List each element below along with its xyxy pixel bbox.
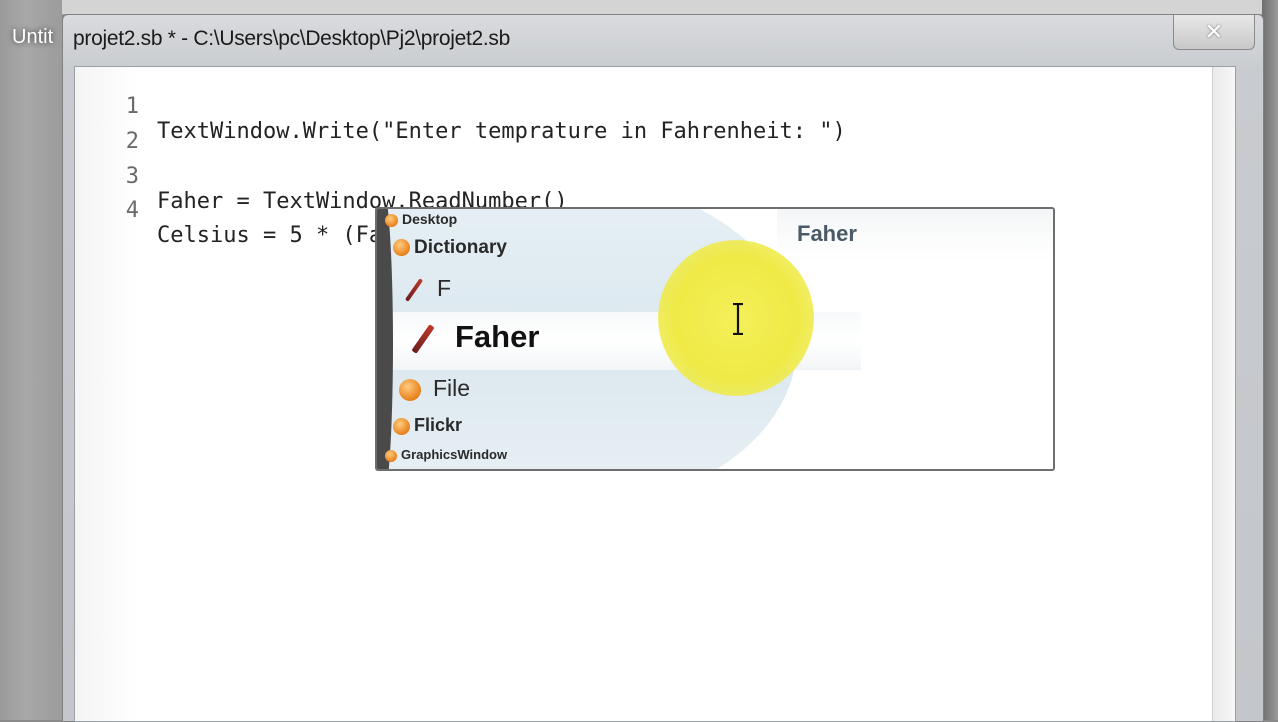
intellisense-item[interactable]: Flickr	[393, 415, 462, 436]
object-icon	[393, 239, 410, 257]
close-icon: ✕	[1204, 19, 1224, 44]
background-taskbar	[0, 0, 1278, 15]
intellisense-item[interactable]: GraphicsWindow	[385, 447, 507, 462]
object-icon	[399, 378, 421, 401]
background-window	[0, 0, 62, 720]
intellisense-item[interactable]: File	[399, 375, 470, 402]
code-line: 1 TextWindow.Write("Enter temprature in …	[75, 69, 846, 144]
code-line: 2	[75, 104, 139, 154]
code-line: 4 Celsius = 5 * (Faher)	[75, 173, 435, 249]
vertical-scrollbar[interactable]	[1212, 67, 1235, 721]
text-cursor-icon	[733, 303, 743, 335]
close-button[interactable]: ✕	[1173, 15, 1255, 50]
variable-icon	[404, 278, 424, 302]
object-icon	[393, 417, 410, 435]
code-line: 3 Faher = TextWindow.ReadNumber()	[75, 139, 568, 214]
variable-icon	[411, 323, 435, 354]
object-icon	[385, 449, 397, 462]
intellisense-item-selected[interactable]: Faher	[407, 319, 539, 355]
intellisense-arc-edge	[377, 209, 393, 469]
background-edge	[1262, 0, 1278, 720]
window-title: projet2.sb * - C:\Users\pc\Desktop\Pj2\p…	[73, 27, 510, 50]
object-icon	[385, 213, 398, 227]
intellisense-item[interactable]: Dictionary	[393, 237, 507, 259]
background-window-title: Untit	[12, 26, 54, 48]
intellisense-item[interactable]: F	[401, 275, 451, 302]
intellisense-detail-title: Faher	[797, 221, 857, 246]
line-number: 4	[125, 198, 139, 223]
line-text: TextWindow.Write("Enter temprature in Fa…	[157, 119, 846, 144]
intellisense-item[interactable]: Desktop	[385, 211, 457, 227]
